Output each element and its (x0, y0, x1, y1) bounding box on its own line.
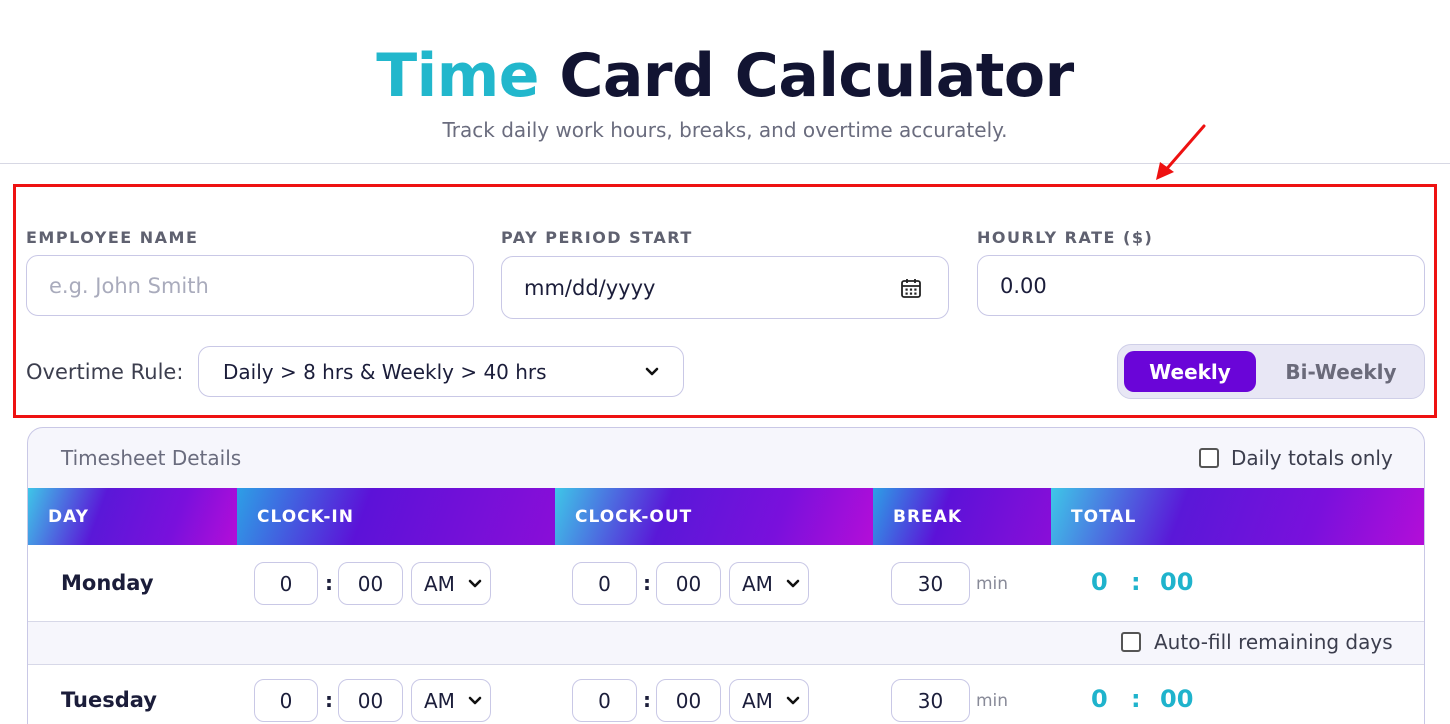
date-placeholder: mm/dd/yyyy (524, 275, 656, 300)
chevron-down-icon (786, 579, 800, 587)
header-divider (0, 163, 1450, 164)
hourly-rate-input[interactable]: 0.00 (977, 255, 1425, 316)
table-row-tuesday: Tuesday 0 : 00 AM 0 : 00 AM 30 min 0 : 0… (28, 665, 1424, 724)
table-row-monday: Monday 0 : 00 AM 0 : 00 AM 30 min 0 : 00 (28, 545, 1424, 621)
clock-out-minute-input[interactable]: 00 (656, 562, 721, 605)
total-minutes: 00 (1160, 685, 1194, 713)
break-unit-label: min (976, 574, 1009, 594)
clock-out-hour-input[interactable]: 0 (572, 562, 637, 605)
daily-totals-checkbox[interactable] (1199, 448, 1219, 468)
autofill-row: Auto-fill remaining days (28, 621, 1424, 665)
clock-in-ampm-value: AM (424, 571, 455, 596)
clock-in-minute-input[interactable]: 00 (338, 562, 403, 605)
chevron-down-icon (468, 579, 482, 587)
column-header-break: BREAK (873, 488, 1051, 545)
column-header-total: TOTAL (1051, 488, 1424, 545)
clock-in-ampm-select[interactable]: AM (411, 679, 491, 722)
calendar-icon[interactable] (900, 277, 922, 299)
timesheet-title: Timesheet Details (61, 446, 242, 470)
annotation-arrow-icon (1156, 124, 1206, 180)
clock-out-hour-input[interactable]: 0 (572, 679, 637, 722)
overtime-rule-select[interactable]: Daily > 8 hrs & Weekly > 40 hrs (198, 346, 684, 397)
page-title: Time Card Calculator (0, 40, 1450, 112)
title-accent: Time (376, 41, 539, 111)
break-minutes-input[interactable]: 30 (891, 679, 970, 722)
hourly-rate-label: HOURLY RATE ($) (977, 228, 1154, 247)
chevron-down-icon (468, 696, 482, 704)
time-separator: : (643, 571, 651, 595)
clock-out-ampm-select[interactable]: AM (729, 679, 809, 722)
total-separator: : (1131, 685, 1141, 713)
break-minutes-input[interactable]: 30 (891, 562, 970, 605)
chevron-down-icon (645, 367, 659, 375)
clock-in-ampm-value: AM (424, 688, 455, 713)
time-separator: : (643, 688, 651, 712)
autofill-label: Auto-fill remaining days (1154, 630, 1393, 654)
total-hours: 0 (1091, 685, 1108, 713)
overtime-rule-selected: Daily > 8 hrs & Weekly > 40 hrs (223, 359, 547, 384)
pay-period-start-label: PAY PERIOD START (501, 228, 693, 247)
clock-in-ampm-select[interactable]: AM (411, 562, 491, 605)
clock-in-hour-input[interactable]: 0 (254, 679, 318, 722)
daily-totals-label: Daily totals only (1231, 446, 1393, 470)
employee-name-placeholder: e.g. John Smith (49, 273, 209, 298)
clock-out-ampm-select[interactable]: AM (729, 562, 809, 605)
time-separator: : (325, 688, 333, 712)
period-toggle: Weekly Bi-Weekly (1117, 344, 1425, 399)
overtime-rule-label: Overtime Rule: (26, 360, 184, 384)
total-separator: : (1131, 568, 1141, 596)
biweekly-toggle-button[interactable]: Bi-Weekly (1266, 351, 1416, 392)
column-header-clock-in: CLOCK-IN (237, 488, 555, 545)
weekly-toggle-button[interactable]: Weekly (1124, 351, 1256, 392)
break-unit-label: min (976, 691, 1009, 711)
day-label: Tuesday (61, 688, 157, 712)
employee-name-input[interactable]: e.g. John Smith (26, 255, 474, 316)
total-minutes: 00 (1160, 568, 1194, 596)
total-hours: 0 (1091, 568, 1108, 596)
time-separator: : (325, 571, 333, 595)
employee-name-label: EMPLOYEE NAME (26, 228, 199, 247)
day-label: Monday (61, 571, 154, 595)
timesheet-card: Timesheet Details Daily totals only DAY … (27, 427, 1425, 724)
clock-out-minute-input[interactable]: 00 (656, 679, 721, 722)
page-subtitle: Track daily work hours, breaks, and over… (442, 118, 1008, 142)
pay-period-start-input[interactable]: mm/dd/yyyy (501, 256, 949, 319)
clock-in-hour-input[interactable]: 0 (254, 562, 318, 605)
chevron-down-icon (786, 696, 800, 704)
clock-out-ampm-value: AM (742, 571, 773, 596)
column-header-clock-out: CLOCK-OUT (555, 488, 873, 545)
clock-in-minute-input[interactable]: 00 (338, 679, 403, 722)
timesheet-header: DAY CLOCK-IN CLOCK-OUT BREAK TOTAL (28, 488, 1424, 545)
title-rest: Card Calculator (559, 41, 1074, 111)
hourly-rate-value: 0.00 (1000, 273, 1047, 298)
clock-out-ampm-value: AM (742, 688, 773, 713)
column-header-day: DAY (28, 488, 237, 545)
autofill-checkbox[interactable] (1121, 632, 1141, 652)
